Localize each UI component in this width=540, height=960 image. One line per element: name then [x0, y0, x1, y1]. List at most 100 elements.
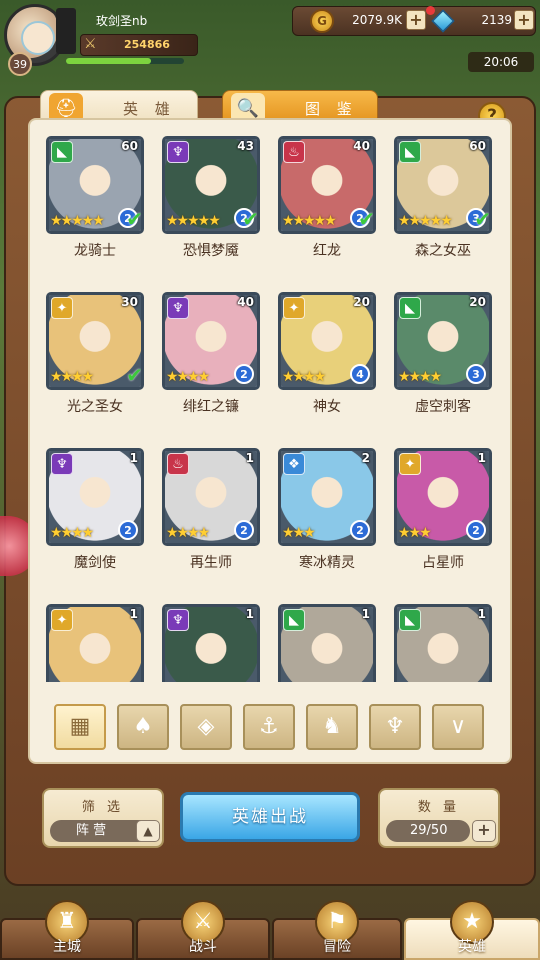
deployed-check-icon: ✔ — [126, 207, 143, 231]
hero-card[interactable]: ◣ 1 — [394, 604, 492, 682]
nav-main-city[interactable]: ♜ 主城 — [0, 900, 134, 960]
hero-stars: ★★★★ — [166, 525, 210, 541]
quantity-value: 29/50 — [386, 820, 470, 842]
add-gold-button[interactable]: + — [406, 10, 426, 30]
gold-value: 2079.9K — [352, 13, 402, 27]
filter-anchor-icon[interactable]: ⚓ — [243, 704, 295, 750]
hero-level: 60 — [121, 139, 138, 153]
hero-card[interactable]: ♆ 40 ★★★★ 2 — [162, 292, 260, 390]
filter-chevron-wings-icon[interactable]: ∨ — [432, 704, 484, 750]
hero-name: 再生师 — [190, 555, 232, 571]
hero-level: 40 — [237, 295, 254, 309]
filter-demon-horns-icon[interactable]: ♆ — [369, 704, 421, 750]
player-level-badge: 39 — [8, 52, 32, 76]
filter-panel: 筛 选 阵 营 ▲ — [42, 788, 164, 848]
hero-level: 1 — [129, 607, 138, 621]
hero-level: 1 — [245, 607, 254, 621]
faction-light-icon: ✦ — [399, 453, 421, 475]
hero-name: 魔剑使 — [74, 555, 116, 571]
hero-name: 神女 — [313, 399, 341, 415]
hero-level: 1 — [361, 607, 370, 621]
quantity-panel: 数 量 29/50 + — [378, 788, 500, 848]
gem-value: 2139 — [481, 13, 512, 27]
hero-stars: ★★★★ — [166, 369, 210, 385]
helmet-icon: ⛑ — [49, 93, 83, 123]
faction-light-icon: ✦ — [51, 297, 73, 319]
hero-name: 龙骑士 — [74, 243, 116, 259]
filter-title: 筛 选 — [81, 800, 125, 815]
hero-card[interactable]: ✦ 1 ★★★ 2 — [394, 448, 492, 546]
faction-dragon-icon: ◣ — [399, 141, 421, 163]
faction-demon-icon: ♆ — [167, 609, 189, 631]
deploy-heroes-button[interactable]: 英雄出战 — [180, 792, 360, 842]
hero-stars: ★★★★★ — [282, 213, 337, 229]
faction-dragon-icon: ◣ — [51, 141, 73, 163]
faction-fire-icon: ♨ — [283, 141, 305, 163]
filter-leaf-icon[interactable]: ♠ — [117, 704, 169, 750]
hero-card[interactable]: ♆ 1 — [162, 604, 260, 682]
expand-capacity-button[interactable]: + — [472, 820, 496, 842]
hero-card[interactable]: ♨ 40 ★★★★★ 2 ✔ — [278, 136, 376, 234]
hero-count-badge: 2 — [234, 520, 254, 540]
hero-card[interactable]: ♆ 43 ★★★★★ 2 ✔ — [162, 136, 260, 234]
exp-bar-fill — [66, 58, 151, 64]
deployed-check-icon: ✔ — [474, 207, 491, 231]
faction-dragon-icon: ◣ — [399, 297, 421, 319]
hero-card[interactable]: ❖ 2 ★★★ 2 — [278, 448, 376, 546]
nav-adventure[interactable]: ⚑ 冒险 — [272, 900, 402, 960]
faction-fire-icon: ♨ — [167, 453, 189, 475]
hero-level: 30 — [121, 295, 138, 309]
hero-count-badge: 2 — [350, 520, 370, 540]
faction-demon-icon: ♆ — [167, 297, 189, 319]
hero-stars: ★★★★ — [282, 369, 326, 385]
hero-count-badge: 2 — [466, 520, 486, 540]
filter-diamond-layers-icon[interactable]: ◈ — [180, 704, 232, 750]
hero-card[interactable]: ◣ 20 ★★★★ 3 — [394, 292, 492, 390]
faction-demon-icon: ♆ — [51, 453, 73, 475]
filter-dragon-head-icon[interactable]: ♞ — [306, 704, 358, 750]
hero-stars: ★★★ — [282, 525, 316, 541]
vip-badge-icon — [56, 8, 76, 54]
faction-light-icon: ✦ — [51, 609, 73, 631]
power-value: 254866 — [124, 38, 170, 51]
hero-stars: ★★★★ — [50, 369, 94, 385]
hero-level: 20 — [353, 295, 370, 309]
hero-grid: ◣ 60 ★★★★★ 2 ✔ 龙骑士 ♆ 43 ★★★★★ 2 ✔ 恐惧梦魇 ♨ 40 ★★★★★ 2 ✔ 红龙 ◣… — [36, 128, 506, 682]
hero-name: 绯红之镰 — [183, 399, 239, 415]
nav-heroes[interactable]: ★ 英雄 — [404, 900, 540, 960]
hero-card[interactable]: ♆ 1 ★★★★ 2 — [46, 448, 144, 546]
quantity-title: 数 量 — [417, 800, 461, 815]
hero-count-badge: 3 — [466, 364, 486, 384]
hero-level: 1 — [129, 451, 138, 465]
hero-card[interactable]: ♨ 1 ★★★★ 2 — [162, 448, 260, 546]
hero-level: 20 — [469, 295, 486, 309]
hero-name: 森之女巫 — [415, 243, 471, 259]
hero-stars: ★★★★★ — [166, 213, 221, 229]
hero-card[interactable]: ◣ 60 ★★★★★ 3 ✔ — [394, 136, 492, 234]
hero-card[interactable]: ✦ 1 — [46, 604, 144, 682]
hero-level: 40 — [353, 139, 370, 153]
hero-count-badge: 4 — [350, 364, 370, 384]
hero-level: 1 — [477, 607, 486, 621]
hero-card[interactable]: ✦ 30 ★★★★ ✔ — [46, 292, 144, 390]
tab-heroes-label: 英 雄 — [123, 99, 176, 118]
filter-dropdown-arrow-icon[interactable]: ▲ — [136, 820, 160, 842]
hero-card[interactable]: ◣ 1 — [278, 604, 376, 682]
hero-count-badge: 2 — [234, 364, 254, 384]
nav-main-city-label: 主城 — [53, 939, 81, 955]
hero-name: 红龙 — [313, 243, 341, 259]
hero-stars: ★★★ — [398, 525, 432, 541]
clock: 20:06 — [468, 52, 534, 72]
faction-dragon-icon: ◣ — [399, 609, 421, 631]
hero-card[interactable]: ◣ 60 ★★★★★ 2 ✔ — [46, 136, 144, 234]
hero-stars: ★★★★★ — [398, 213, 453, 229]
add-gems-button[interactable]: + — [514, 10, 534, 30]
hero-name: 恐惧梦魇 — [183, 243, 239, 259]
filter-grid-all-icon[interactable]: ▦ — [54, 704, 106, 750]
hero-count-badge: 2 — [118, 520, 138, 540]
faction-light-icon: ✦ — [283, 297, 305, 319]
hero-card[interactable]: ✦ 20 ★★★★ 4 — [278, 292, 376, 390]
nav-adventure-label: 冒险 — [323, 939, 351, 955]
nav-battle[interactable]: ⚔ 战斗 — [136, 900, 270, 960]
tab-codex-label: 图 鉴 — [305, 99, 358, 118]
